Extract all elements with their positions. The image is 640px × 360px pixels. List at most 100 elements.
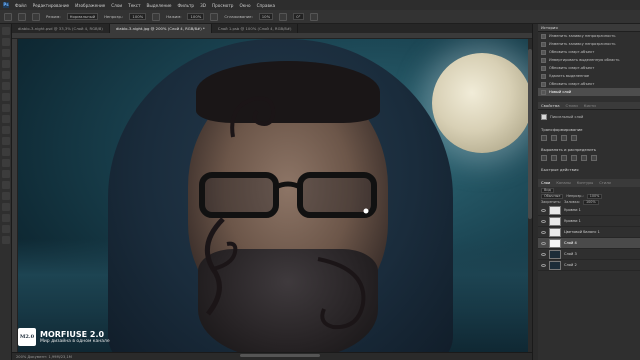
tab-layers[interactable]: Слои xyxy=(541,179,550,187)
layer-kind-filter[interactable]: Вид xyxy=(541,187,554,193)
menu-type[interactable]: Текст xyxy=(128,3,140,8)
visibility-eye-icon[interactable] xyxy=(541,252,546,256)
menu-help[interactable]: Справка xyxy=(257,3,275,8)
move-tool-icon[interactable] xyxy=(2,27,10,35)
layer-row[interactable]: Цветовой баланс 1 xyxy=(538,227,640,238)
tab-document-2[interactable]: diablo-3-night.jpg @ 200% (Слой 4, RGB/8… xyxy=(109,24,212,33)
visibility-eye-icon[interactable] xyxy=(541,241,546,245)
history-step-icon xyxy=(541,89,546,95)
marquee-tool-icon[interactable] xyxy=(2,38,10,46)
history-item[interactable]: Обновить смарт-объект xyxy=(538,80,640,88)
align-section-title[interactable]: Выровнять и распределить xyxy=(541,147,637,152)
layer-opacity-field[interactable]: 100% xyxy=(586,193,603,199)
zoom-tool-icon[interactable] xyxy=(2,236,10,244)
layer-row-selected[interactable]: Слой 4 xyxy=(538,238,640,249)
layer-row[interactable]: Уровни 1 xyxy=(538,205,640,216)
history-step-icon xyxy=(541,57,546,63)
pressure-size-icon[interactable] xyxy=(309,12,318,21)
quick-actions-title[interactable]: Быстрые действия xyxy=(541,167,637,172)
layer-row[interactable]: Слой 3 xyxy=(538,249,640,260)
visibility-eye-icon[interactable] xyxy=(541,208,546,212)
eyedropper-tool-icon[interactable] xyxy=(2,82,10,90)
blend-mode-select[interactable]: Обычные xyxy=(541,193,564,199)
tab-document-3[interactable]: Слой 1.psb @ 100% (Слой 4, RGB/8#) xyxy=(212,24,299,33)
align-right-icon[interactable] xyxy=(561,155,567,161)
mode-select[interactable]: Нормальный xyxy=(66,13,99,20)
layer-row[interactable]: Уровни 1 xyxy=(538,216,640,227)
tab-paths[interactable]: Контуры xyxy=(577,179,593,187)
link-icon[interactable] xyxy=(541,135,547,141)
document-canvas[interactable] xyxy=(18,39,528,352)
visibility-eye-icon[interactable] xyxy=(541,230,546,234)
quick-select-tool-icon[interactable] xyxy=(2,60,10,68)
align-middle-icon[interactable] xyxy=(581,155,587,161)
home-icon[interactable] xyxy=(4,12,12,21)
layer-thumbnail xyxy=(549,260,561,270)
history-item[interactable]: Обновить смарт-объект xyxy=(538,64,640,72)
menu-filter[interactable]: Фильтр xyxy=(178,3,195,8)
opacity-field[interactable]: 100% xyxy=(129,13,147,20)
layer-thumbnail xyxy=(549,249,561,259)
flip-horizontal-icon[interactable] xyxy=(561,135,567,141)
tab-brushes[interactable]: Кисти xyxy=(584,102,596,109)
hand-tool-icon[interactable] xyxy=(2,225,10,233)
layer-fill-field[interactable]: 100% xyxy=(582,199,599,205)
history-panel-title[interactable]: История xyxy=(538,24,640,32)
airbrush-icon[interactable] xyxy=(210,12,219,21)
align-left-icon[interactable] xyxy=(541,155,547,161)
gradient-tool-icon[interactable] xyxy=(2,148,10,156)
history-item[interactable]: Изменить заливку непрозрачность xyxy=(538,32,640,40)
shape-tool-icon[interactable] xyxy=(2,214,10,222)
history-title[interactable]: История xyxy=(541,24,558,31)
layer-row[interactable]: Слой 2 xyxy=(538,260,640,271)
menu-window[interactable]: Окно xyxy=(239,3,250,8)
pressure-field[interactable]: 100% xyxy=(187,13,205,20)
properties-panel-tabs: Свойства Стили Кисти xyxy=(538,102,640,110)
path-select-tool-icon[interactable] xyxy=(2,203,10,211)
horizontal-scrollbar[interactable] xyxy=(240,354,320,357)
flip-vertical-icon[interactable] xyxy=(571,135,577,141)
type-tool-icon[interactable] xyxy=(2,192,10,200)
channel-name: MORFIUSE 2.0 xyxy=(40,330,105,339)
healing-tool-icon[interactable] xyxy=(2,93,10,101)
angle-field[interactable]: 0° xyxy=(293,13,304,20)
align-top-icon[interactable] xyxy=(571,155,577,161)
tab-layer-styles[interactable]: Стили xyxy=(599,179,611,187)
menu-3d[interactable]: 3D xyxy=(200,3,206,8)
smoothing-settings-icon[interactable] xyxy=(279,12,288,21)
pen-tool-icon[interactable] xyxy=(2,181,10,189)
tab-properties[interactable]: Свойства xyxy=(541,102,560,109)
stamp-tool-icon[interactable] xyxy=(2,115,10,123)
menu-file[interactable]: Файл xyxy=(15,3,27,8)
history-item[interactable]: Инвертировать выделенную область xyxy=(538,56,640,64)
crop-tool-icon[interactable] xyxy=(2,71,10,79)
history-item[interactable]: Обновить смарт-объект xyxy=(538,48,640,56)
transform-section-title[interactable]: Трансформирование xyxy=(541,127,637,132)
tab-styles[interactable]: Стили xyxy=(566,102,578,109)
smoothing-field[interactable]: 10% xyxy=(258,13,274,20)
menu-view[interactable]: Просмотр xyxy=(212,3,234,8)
menu-layers[interactable]: Слои xyxy=(111,3,122,8)
rotate-icon[interactable] xyxy=(551,135,557,141)
menu-edit[interactable]: Редактирование xyxy=(33,3,70,8)
history-item[interactable]: Удалить выделенное xyxy=(538,72,640,80)
brush-tool-icon[interactable] xyxy=(2,104,10,112)
lasso-tool-icon[interactable] xyxy=(2,49,10,57)
brush-preset-icon[interactable] xyxy=(32,12,40,21)
visibility-eye-icon[interactable] xyxy=(541,263,546,267)
tab-channels[interactable]: Каналы xyxy=(556,179,570,187)
dodge-tool-icon[interactable] xyxy=(2,170,10,178)
visibility-eye-icon[interactable] xyxy=(541,219,546,223)
eraser-tool-icon[interactable] xyxy=(2,137,10,145)
tab-document-1[interactable]: diablo-3-night.psd @ 33,3% (Слой 4, RGB/… xyxy=(12,24,110,33)
menu-image[interactable]: Изображение xyxy=(75,3,105,8)
history-item-selected[interactable]: Новый слой xyxy=(538,88,640,96)
pressure-opacity-icon[interactable] xyxy=(152,12,161,21)
blur-tool-icon[interactable] xyxy=(2,159,10,167)
history-brush-tool-icon[interactable] xyxy=(2,126,10,134)
align-bottom-icon[interactable] xyxy=(591,155,597,161)
align-center-icon[interactable] xyxy=(551,155,557,161)
menu-select[interactable]: Выделение xyxy=(147,3,172,8)
history-item[interactable]: Изменить заливку непрозрачность xyxy=(538,40,640,48)
brush-tool-icon[interactable] xyxy=(18,12,26,21)
